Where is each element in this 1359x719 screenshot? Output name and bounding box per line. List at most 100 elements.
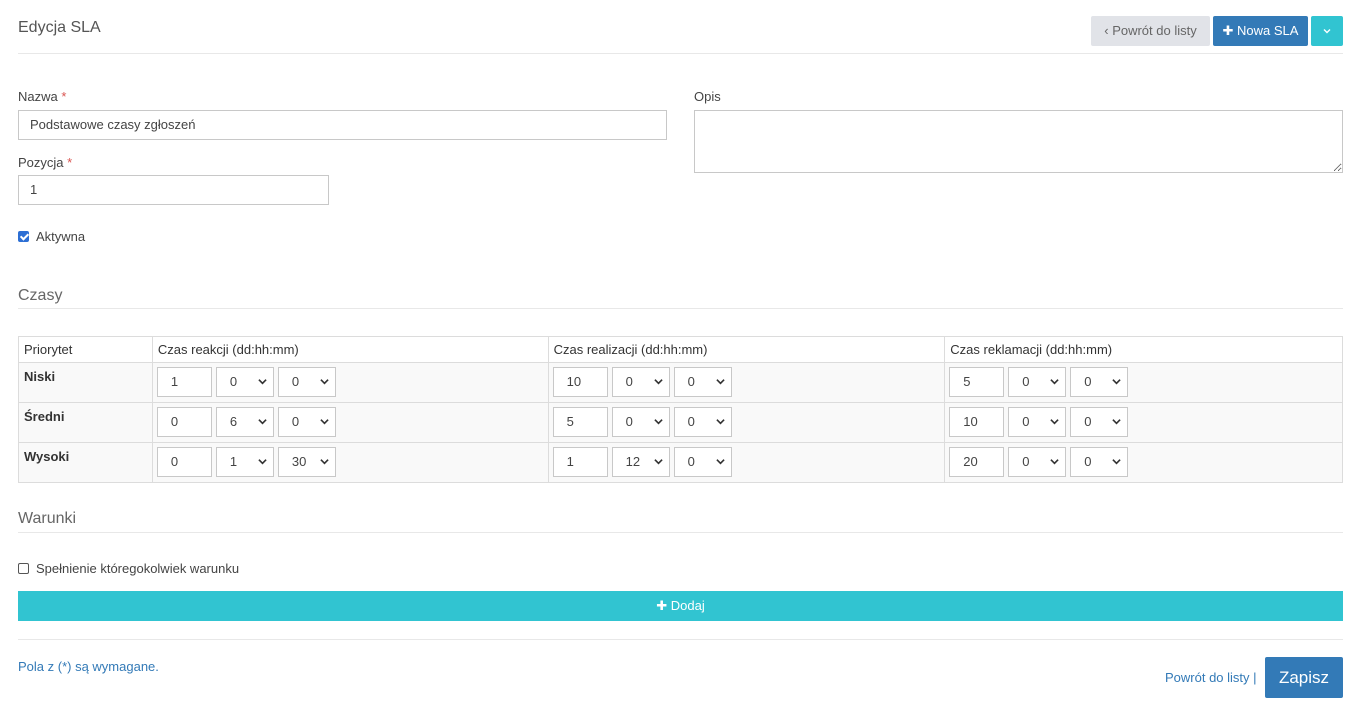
hours-select[interactable]: 0 bbox=[215, 367, 274, 397]
days-input[interactable]: 0 bbox=[156, 407, 212, 437]
select-value: 0 bbox=[687, 414, 695, 429]
description-textarea[interactable] bbox=[694, 110, 1343, 173]
table-row: Wysoki 0 1 30 1 12 0 20 0 0 bbox=[18, 442, 1343, 483]
select-value: 30 bbox=[291, 454, 307, 469]
col-header-complaint: Czas reklamacji (dd:hh:mm) bbox=[944, 336, 1343, 363]
minutes-select[interactable]: 0 bbox=[673, 367, 732, 397]
name-input[interactable]: Podstawowe czasy zgłoszeń bbox=[18, 110, 667, 140]
active-checkbox[interactable] bbox=[18, 231, 29, 242]
chevron-down-icon bbox=[1112, 459, 1121, 465]
days-input[interactable]: 10 bbox=[552, 367, 608, 397]
active-label: Aktywna bbox=[36, 229, 86, 244]
new-sla-button[interactable]: ✚ Nowa SLA bbox=[1213, 16, 1308, 46]
minutes-select[interactable]: 0 bbox=[673, 447, 732, 477]
chevron-down-icon bbox=[715, 379, 725, 385]
hours-select[interactable]: 12 bbox=[611, 447, 670, 477]
realization-cell: 1 12 0 bbox=[547, 442, 946, 483]
chevron-down-icon bbox=[1112, 419, 1121, 425]
select-value: 0 bbox=[1022, 374, 1030, 389]
position-label-text: Pozycja bbox=[18, 155, 64, 170]
name-label: Nazwa * bbox=[18, 89, 66, 104]
select-value: 0 bbox=[625, 414, 633, 429]
footer-back-link[interactable]: Powrót do listy | bbox=[1165, 670, 1257, 685]
minutes-select[interactable]: 0 bbox=[1070, 407, 1129, 437]
col-header-priority: Priorytet bbox=[18, 336, 153, 363]
select-value: 1 bbox=[229, 454, 238, 469]
chevron-down-icon bbox=[1050, 419, 1059, 425]
times-section-title: Czasy bbox=[18, 287, 1343, 309]
select-value: 0 bbox=[291, 414, 300, 429]
minutes-select[interactable]: 0 bbox=[673, 407, 732, 437]
realization-cell: 10 0 0 bbox=[547, 362, 946, 403]
select-value: 0 bbox=[1022, 454, 1030, 469]
chevron-down-icon bbox=[715, 419, 725, 425]
select-value: 0 bbox=[687, 454, 695, 469]
save-button[interactable]: Zapisz bbox=[1265, 657, 1343, 698]
chevron-down-icon bbox=[258, 419, 267, 425]
back-to-list-button[interactable]: ‹ Powrót do listy bbox=[1091, 16, 1210, 46]
add-condition-button[interactable]: ✚ Dodaj bbox=[18, 591, 1343, 621]
col-header-realization: Czas realizacji (dd:hh:mm) bbox=[547, 336, 946, 363]
select-value: 0 bbox=[1022, 414, 1030, 429]
hours-select[interactable]: 0 bbox=[1008, 407, 1067, 437]
position-input[interactable]: 1 bbox=[18, 175, 329, 205]
select-value: 6 bbox=[229, 414, 238, 429]
any-condition-checkbox[interactable] bbox=[18, 563, 29, 574]
select-value: 0 bbox=[1084, 374, 1092, 389]
days-input[interactable]: 5 bbox=[949, 367, 1005, 397]
chevron-down-icon bbox=[258, 379, 267, 385]
chevron-down-icon bbox=[1050, 379, 1059, 385]
chevron-down-icon bbox=[1112, 379, 1121, 385]
table-header-row: Priorytet Czas reakcji (dd:hh:mm) Czas r… bbox=[18, 336, 1343, 363]
reaction-cell: 1 0 0 bbox=[151, 362, 549, 403]
realization-cell: 5 0 0 bbox=[547, 402, 946, 443]
table-row: Niski 1 0 0 10 0 0 5 0 0 bbox=[18, 362, 1343, 403]
chevron-down-icon bbox=[1323, 29, 1331, 34]
select-value: 0 bbox=[229, 374, 238, 389]
required-mark: * bbox=[61, 89, 67, 104]
hours-select[interactable]: 0 bbox=[611, 407, 670, 437]
hours-select[interactable]: 1 bbox=[215, 447, 274, 477]
reaction-cell: 0 1 30 bbox=[151, 442, 549, 483]
select-value: 0 bbox=[625, 374, 633, 389]
select-value: 12 bbox=[625, 454, 641, 469]
minutes-select[interactable]: 30 bbox=[277, 447, 336, 477]
required-fields-note: Pola z (*) są wymagane. bbox=[18, 659, 159, 674]
name-label-text: Nazwa bbox=[18, 89, 58, 104]
select-value: 0 bbox=[687, 374, 695, 389]
priority-cell: Niski bbox=[18, 362, 153, 403]
chevron-down-icon bbox=[715, 459, 725, 465]
required-mark: * bbox=[67, 155, 73, 170]
conditions-section-title: Warunki bbox=[18, 510, 1343, 533]
hours-select[interactable]: 0 bbox=[1008, 367, 1067, 397]
table-row: Średni 0 6 0 5 0 0 10 0 0 bbox=[18, 402, 1343, 443]
select-value: 0 bbox=[291, 374, 300, 389]
minutes-select[interactable]: 0 bbox=[277, 367, 336, 397]
minutes-select[interactable]: 0 bbox=[1070, 447, 1129, 477]
chevron-down-icon bbox=[653, 459, 663, 465]
days-input[interactable]: 10 bbox=[949, 407, 1005, 437]
chevron-down-icon bbox=[320, 419, 329, 425]
chevron-down-icon bbox=[653, 419, 663, 425]
chevron-down-icon bbox=[320, 379, 329, 385]
more-actions-button[interactable] bbox=[1311, 16, 1343, 46]
days-input[interactable]: 0 bbox=[156, 447, 212, 477]
reaction-cell: 0 6 0 bbox=[151, 402, 549, 443]
priority-cell: Wysoki bbox=[18, 442, 153, 483]
col-header-reaction: Czas reakcji (dd:hh:mm) bbox=[151, 336, 549, 363]
days-input[interactable]: 1 bbox=[552, 447, 608, 477]
page-title: Edycja SLA bbox=[18, 19, 101, 36]
hours-select[interactable]: 0 bbox=[1008, 447, 1067, 477]
days-input[interactable]: 20 bbox=[949, 447, 1005, 477]
times-table: Priorytet Czas reakcji (dd:hh:mm) Czas r… bbox=[18, 336, 1343, 483]
chevron-down-icon bbox=[1050, 459, 1059, 465]
minutes-select[interactable]: 0 bbox=[1070, 367, 1129, 397]
select-value: 0 bbox=[1084, 454, 1092, 469]
days-input[interactable]: 1 bbox=[156, 367, 212, 397]
minutes-select[interactable]: 0 bbox=[277, 407, 336, 437]
hours-select[interactable]: 0 bbox=[611, 367, 670, 397]
days-input[interactable]: 5 bbox=[552, 407, 608, 437]
priority-cell: Średni bbox=[18, 402, 153, 443]
complaint-cell: 5 0 0 bbox=[944, 362, 1343, 403]
hours-select[interactable]: 6 bbox=[215, 407, 274, 437]
